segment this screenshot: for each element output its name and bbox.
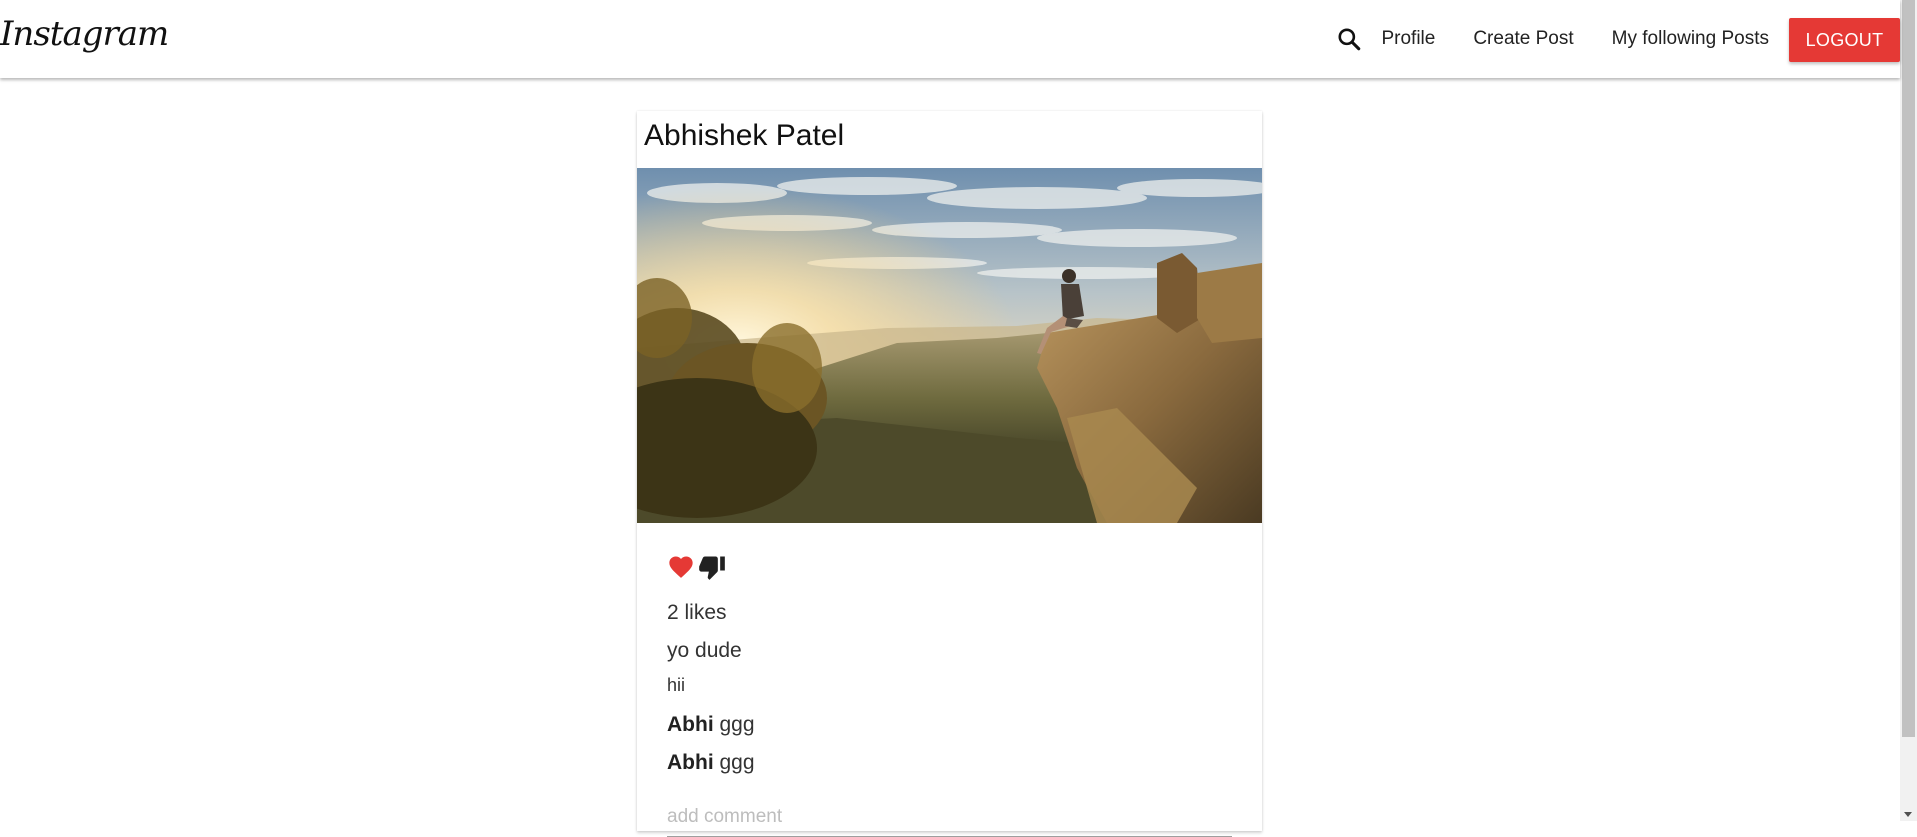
likes-count: 2 likes [667,601,727,624]
nav-link-following-posts[interactable]: My following Posts [1612,28,1769,50]
page-scrollbar[interactable] [1900,0,1917,821]
comment-item: Abhi ggg [667,713,755,737]
post-author[interactable]: Abhishek Patel [644,119,844,153]
logout-button[interactable]: LOGOUT [1789,18,1900,62]
comment-user[interactable]: Abhi [667,713,714,736]
heart-icon[interactable] [667,553,695,581]
landscape-photo [637,168,1262,523]
post-card: Abhishek Patel 2 likes yo dude hii Abhi … [637,111,1262,837]
nav-link-create-post[interactable]: Create Post [1473,28,1573,50]
scrollbar-thumb[interactable] [1902,0,1915,737]
nav-link-profile[interactable]: Profile [1381,28,1435,50]
navbar: Instagram Profile Create Post My followi… [0,0,1900,78]
comment-text: ggg [719,751,755,774]
thumbs-down-icon[interactable] [698,553,726,581]
post-image [637,168,1262,523]
post-title: yo dude [667,639,742,662]
nav-right: Profile Create Post My following Posts L… [1335,0,1900,78]
comment-text: ggg [719,713,755,736]
comment-user[interactable]: Abhi [667,751,714,774]
comment-item: Abhi ggg [667,751,755,775]
scroll-down-arrow-icon[interactable] [1904,812,1912,817]
search-icon[interactable] [1335,25,1363,53]
brand-logo[interactable]: Instagram [0,14,169,54]
post-actions [667,553,726,581]
post-body: hii [667,675,686,695]
comment-input[interactable] [667,797,1232,837]
